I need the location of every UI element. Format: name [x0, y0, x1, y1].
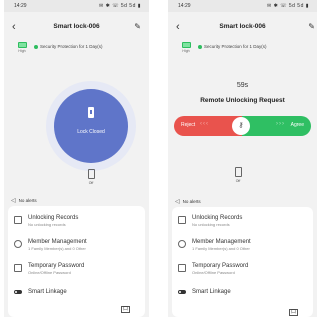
page-title: Smart lock-006: [219, 23, 266, 30]
menu-item-title: Smart Linkage: [28, 289, 67, 295]
members-icon: [14, 240, 22, 248]
menu-item-title: Temporary Password: [28, 263, 85, 269]
unlock-request-slider[interactable]: Reject ‹‹‹ ››› Agree ⚷: [174, 116, 311, 136]
battery-label: High: [182, 49, 190, 53]
status-bar: 14:29 ✉ ✱ ☏ 5d 5d ▮: [4, 0, 149, 12]
request-countdown: 59s: [236, 82, 249, 89]
menu-item-subtitle: 1 Family Member(s) and 0 Other: [28, 246, 86, 251]
status-time: 14:29: [178, 3, 191, 9]
linkage-toggle-icon: [178, 290, 186, 294]
door-icon: [87, 169, 95, 179]
speaker-icon: ◁: [11, 198, 16, 204]
slider-knob[interactable]: ⚷: [232, 117, 250, 135]
door-switch[interactable]: Off: [81, 169, 101, 185]
door-switch-label: Off: [88, 181, 94, 185]
menu-item-unlocking-records[interactable]: Unlocking Records No unlocking records: [14, 215, 141, 235]
edit-icon[interactable]: ✎: [134, 22, 141, 31]
request-title: Remote Unlocking Request: [200, 97, 285, 104]
status-bar: 14:29 ✉ ✱ ☏ 5d 5d ▮: [168, 0, 317, 12]
menu-item-subtitle: No unlocking records: [28, 222, 66, 227]
right-arrows-icon: ›››: [276, 121, 285, 127]
security-text: Security Protection for 1 Day(s): [40, 44, 103, 49]
menu-card: Unlocking Records No unlocking records M…: [172, 207, 313, 317]
menu-item-title: Temporary Password: [192, 263, 249, 269]
battery-icon: [181, 42, 191, 48]
records-icon: [14, 216, 22, 224]
header: ‹ Smart lock-006 ✎: [4, 21, 149, 36]
door-icon: [234, 167, 242, 177]
records-icon: [178, 216, 186, 224]
door-switch-label: Off: [235, 179, 241, 183]
menu-item-subtitle: No unlocking records: [192, 222, 230, 227]
alerts-row: ◁ No alerts: [175, 198, 201, 205]
menu-item-member-management[interactable]: Member Management 1 Family Member(s) and…: [178, 239, 309, 259]
menu-item-member-management[interactable]: Member Management 1 Family Member(s) and…: [14, 239, 141, 259]
edit-icon[interactable]: ✎: [308, 22, 315, 31]
lock-status-ring: Lock Closed: [46, 81, 136, 171]
menu-item-title: Unlocking Records: [192, 215, 243, 221]
alerts-row: ◁ No alerts: [11, 197, 37, 204]
menu-item-temporary-password[interactable]: Temporary Password Online/Offline Passwo…: [14, 263, 141, 283]
battery-icon: [17, 42, 27, 48]
status-dot-icon: [198, 44, 202, 49]
menu-item-subtitle: 1 Family Member(s) and 0 Other: [192, 246, 250, 251]
security-text: Security Protection for 1 Day(s): [204, 44, 267, 49]
lock-state-label: Lock Closed: [77, 129, 105, 135]
menu-item-temporary-password[interactable]: Temporary Password Online/Offline Passwo…: [178, 263, 309, 283]
alerts-text: No alerts: [182, 199, 201, 204]
menu-item-smart-linkage[interactable]: Smart Linkage: [178, 289, 309, 309]
battery-indicator: High: [177, 42, 195, 53]
menu-item-subtitle: Online/Offline Password: [28, 270, 71, 275]
menu-item-unlocking-records[interactable]: Unlocking Records No unlocking records: [178, 215, 309, 235]
left-arrows-icon: ‹‹‹: [200, 121, 209, 127]
linkage-toggle-icon: [14, 290, 22, 294]
password-icon: [178, 264, 186, 272]
menu-card: Unlocking Records No unlocking records M…: [8, 206, 145, 317]
password-icon: [14, 264, 22, 272]
menu-item-title: Unlocking Records: [28, 215, 79, 221]
lock-button[interactable]: Lock Closed: [54, 89, 128, 163]
bottom-square-icon: 口: [121, 306, 131, 313]
menu-item-subtitle: Online/Offline Password: [192, 270, 235, 275]
reject-label: Reject: [181, 122, 196, 128]
right-phone-screen: 14:29 ✉ ✱ ☏ 5d 5d ▮ ‹ Smart lock-006 ✎ H…: [168, 0, 317, 317]
status-icons: ✉ ✱ ☏ 5d 5d ▮: [267, 3, 309, 9]
menu-item-title: Member Management: [28, 239, 87, 245]
page-title: Smart lock-006: [53, 23, 100, 30]
security-protection: Security Protection for 1 Day(s): [198, 44, 267, 49]
members-icon: [178, 240, 186, 248]
speaker-icon: ◁: [175, 199, 180, 205]
header: ‹ Smart lock-006 ✎: [168, 21, 317, 36]
battery-label: High: [18, 49, 26, 53]
menu-item-title: Smart Linkage: [192, 289, 231, 295]
lock-icon: [88, 107, 94, 118]
status-icons: ✉ ✱ ☏ 5d 5d ▮: [99, 3, 141, 9]
status-time: 14:29: [14, 3, 27, 9]
bottom-square-icon: 口: [289, 309, 299, 316]
left-phone-screen: 14:29 ✉ ✱ ☏ 5d 5d ▮ ‹ Smart lock-006 ✎ H…: [4, 0, 149, 317]
key-icon: ⚷: [238, 122, 244, 129]
agree-label: Agree: [290, 122, 304, 128]
door-switch[interactable]: Off: [228, 167, 248, 183]
battery-indicator: High: [13, 42, 31, 53]
security-protection: Security Protection for 1 Day(s): [34, 44, 103, 49]
status-dot-icon: [34, 44, 38, 49]
menu-item-title: Member Management: [192, 239, 251, 245]
alerts-text: No alerts: [18, 198, 37, 203]
